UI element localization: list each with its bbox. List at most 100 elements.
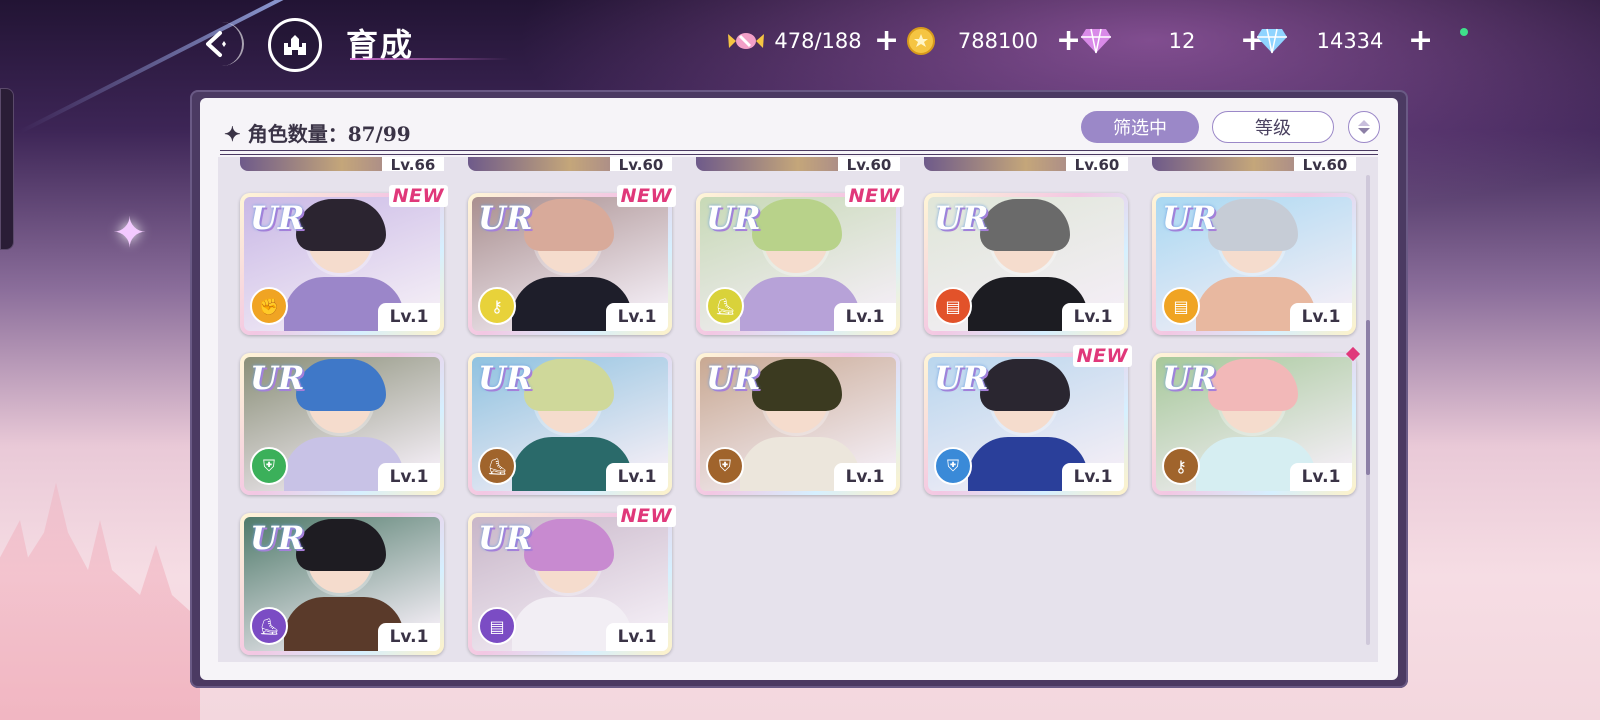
pink-gem-value: 12 xyxy=(1168,29,1196,53)
status-indicator xyxy=(1460,28,1468,36)
character-card[interactable]: UR ⛸ Lv.1 xyxy=(468,353,672,495)
coin-value: 788100 xyxy=(957,29,1039,53)
character-portrait: UR ⛨ Lv.1 xyxy=(928,357,1124,491)
pink-gem-counter: 12 + xyxy=(1080,26,1265,56)
level-label: Lv.1 xyxy=(834,303,896,331)
card-art: Lv.66 xyxy=(240,157,444,171)
level-label: Lv.1 xyxy=(378,623,440,651)
character-hair xyxy=(752,359,842,411)
character-card[interactable]: UR ▤ Lv.1 xyxy=(1152,193,1356,335)
filter-button[interactable]: 筛选中 xyxy=(1081,111,1199,143)
character-card[interactable]: UR ✊ Lv.1 NEW xyxy=(240,185,448,335)
boot-icon: ⛸ xyxy=(250,607,288,645)
book-icon: ▤ xyxy=(478,607,516,645)
level-label: Lv.1 xyxy=(1290,463,1352,491)
home-button[interactable] xyxy=(268,18,322,72)
candy-counter: 478/188 + xyxy=(726,26,899,56)
key-icon: ⚷ xyxy=(478,287,516,325)
new-badge: NEW xyxy=(1072,345,1132,367)
level-label: Lv.66 xyxy=(382,157,444,171)
add-candy-button[interactable]: + xyxy=(874,26,899,56)
boot-icon: ⛸ xyxy=(478,447,516,485)
character-hair xyxy=(1208,199,1298,251)
back-button[interactable] xyxy=(192,22,244,66)
sort-order-icon xyxy=(1358,120,1370,134)
character-card[interactable]: UR ▤ Lv.1 xyxy=(924,193,1128,335)
rarity-badge: UR xyxy=(934,199,989,237)
header-divider xyxy=(220,150,1378,155)
character-hair xyxy=(524,359,614,411)
rarity-badge: UR xyxy=(478,359,533,397)
character-hair xyxy=(296,519,386,571)
sort-level-button[interactable]: 等级 xyxy=(1212,111,1334,143)
character-card[interactable]: UR ⛨ Lv.1 xyxy=(696,353,900,495)
candy-icon xyxy=(728,33,764,49)
sparkle-icon: ✦ xyxy=(112,208,148,257)
level-label: Lv.1 xyxy=(606,303,668,331)
side-drawer-handle[interactable] xyxy=(0,88,14,250)
level-label: Lv.1 xyxy=(606,623,668,651)
character-hair xyxy=(980,199,1070,251)
back-arrow-icon xyxy=(206,31,226,57)
character-portrait: UR ⚷ Lv.1 xyxy=(1156,357,1352,491)
boot-icon: ⛸ xyxy=(706,287,744,325)
partial-character-card[interactable]: Lv.60 xyxy=(468,157,672,171)
level-label: Lv.60 xyxy=(1294,157,1356,171)
coin-icon xyxy=(907,27,935,55)
candy-value: 478/188 xyxy=(774,29,862,53)
rarity-badge: UR xyxy=(706,199,761,237)
rarity-badge: UR xyxy=(250,359,305,397)
level-label: Lv.60 xyxy=(1066,157,1128,171)
pink-gem-icon xyxy=(1081,28,1111,54)
blue-gem-value: 14334 xyxy=(1316,29,1384,53)
character-hair xyxy=(524,199,614,251)
character-hair xyxy=(524,519,614,571)
scrollbar-thumb[interactable] xyxy=(1366,320,1370,475)
level-label: Lv.1 xyxy=(606,463,668,491)
character-card[interactable]: UR ⚷ Lv.1 NEW xyxy=(468,185,676,335)
card-art: Lv.60 xyxy=(468,157,672,171)
character-card[interactable]: UR ⛸ Lv.1 NEW xyxy=(696,185,904,335)
rarity-badge: UR xyxy=(1162,199,1217,237)
add-blue-gem-button[interactable]: + xyxy=(1408,26,1433,56)
rarity-badge: UR xyxy=(250,519,305,557)
character-card[interactable]: UR ⛨ Lv.1 xyxy=(240,353,444,495)
partial-character-card[interactable]: Lv.60 xyxy=(924,157,1128,171)
character-card[interactable]: UR ⚷ Lv.1 xyxy=(1152,346,1361,495)
partial-character-card[interactable]: Lv.60 xyxy=(1152,157,1356,171)
character-portrait: UR ⚷ Lv.1 xyxy=(472,197,668,331)
coin-counter: 788100 + xyxy=(906,26,1081,56)
character-portrait: UR ⛸ Lv.1 xyxy=(700,197,896,331)
character-portrait: UR ⛨ Lv.1 xyxy=(700,357,896,491)
character-portrait: UR ⛨ Lv.1 xyxy=(244,357,440,491)
blue-gem-icon xyxy=(1257,28,1287,54)
book-icon: ▤ xyxy=(1162,287,1200,325)
character-card[interactable]: UR ⛸ Lv.1 xyxy=(240,513,444,655)
character-hair xyxy=(752,199,842,251)
character-portrait: UR ⛸ Lv.1 xyxy=(244,517,440,651)
character-count: ✦ 角色数量：87/99 xyxy=(224,122,411,146)
key-icon: ⚷ xyxy=(1162,447,1200,485)
character-portrait: UR ▤ Lv.1 xyxy=(472,517,668,651)
rarity-badge: UR xyxy=(934,359,989,397)
character-portrait: UR ▤ Lv.1 xyxy=(928,197,1124,331)
level-label: Lv.1 xyxy=(834,463,896,491)
sort-order-button[interactable] xyxy=(1348,111,1380,143)
castle-silhouette xyxy=(0,482,200,720)
shield-icon: ⛨ xyxy=(706,447,744,485)
level-label: Lv.1 xyxy=(378,463,440,491)
partial-character-card[interactable]: Lv.66 xyxy=(240,157,444,171)
character-portrait: UR ⛸ Lv.1 xyxy=(472,357,668,491)
new-badge: NEW xyxy=(616,185,676,207)
rarity-badge: UR xyxy=(478,199,533,237)
level-label: Lv.1 xyxy=(378,303,440,331)
rarity-badge: UR xyxy=(250,199,305,237)
character-portrait: UR ✊ Lv.1 xyxy=(244,197,440,331)
card-art: Lv.60 xyxy=(696,157,900,171)
character-card[interactable]: UR ⛨ Lv.1 NEW xyxy=(924,345,1132,495)
shield-icon: ⛨ xyxy=(250,447,288,485)
partial-character-card[interactable]: Lv.60 xyxy=(696,157,900,171)
character-card[interactable]: UR ▤ Lv.1 NEW xyxy=(468,505,676,655)
title-underline-decoration xyxy=(350,58,510,60)
add-coin-button[interactable]: + xyxy=(1056,26,1081,56)
